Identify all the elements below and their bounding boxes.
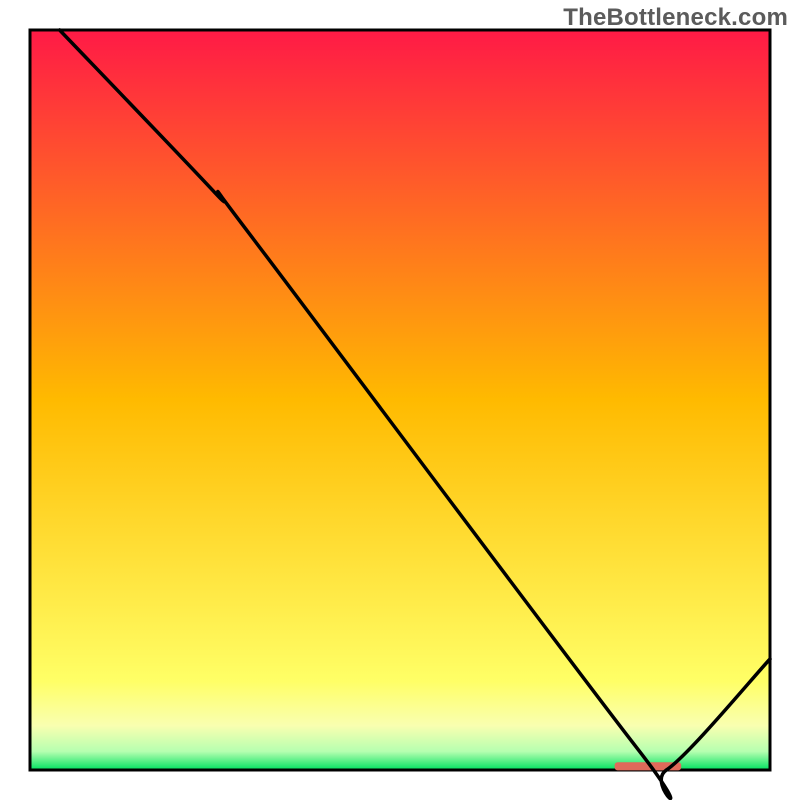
watermark-label: TheBottleneck.com	[563, 4, 788, 32]
chart-stage: TheBottleneck.com	[0, 0, 800, 800]
plot-background	[30, 30, 770, 770]
chart-svg	[0, 0, 800, 800]
